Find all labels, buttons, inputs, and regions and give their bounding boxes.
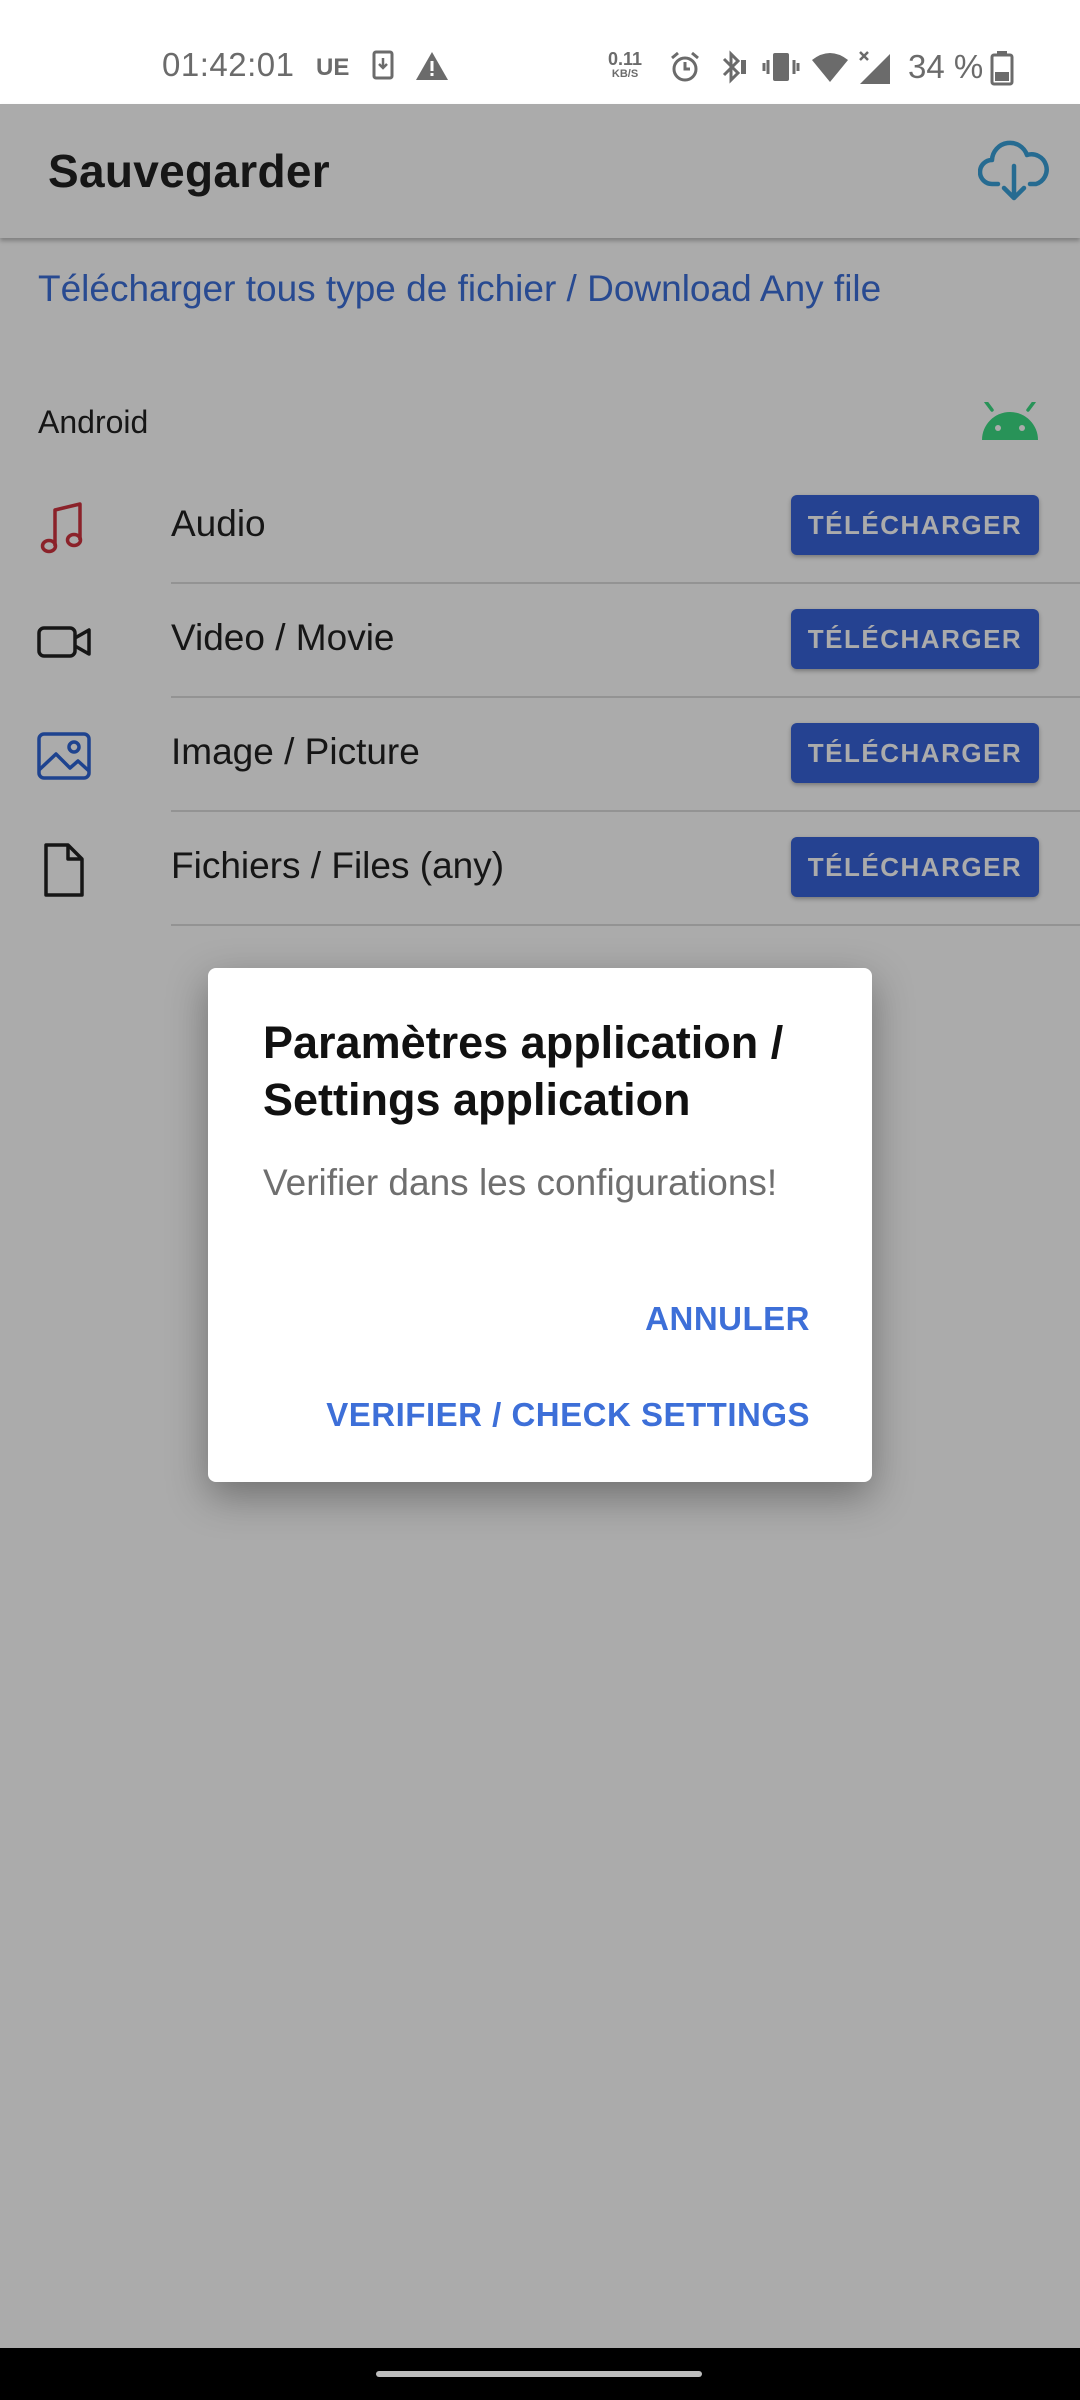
check-settings-button[interactable]: VERIFIER / CHECK SETTINGS xyxy=(326,1396,810,1434)
signal-icon xyxy=(856,50,894,91)
download-notification-icon xyxy=(372,50,394,85)
dialog-title: Paramètres application / Settings applic… xyxy=(263,1017,784,1125)
network-speed: 0.11 KB/S xyxy=(608,49,643,80)
vibrate-icon xyxy=(762,50,800,89)
cancel-button[interactable]: ANNULER xyxy=(645,1300,810,1338)
home-gesture-handle[interactable] xyxy=(376,2371,702,2377)
alarm-icon xyxy=(668,50,702,89)
settings-dialog: Paramètres application / Settings applic… xyxy=(208,968,872,1482)
battery-percent: 34 % xyxy=(908,48,984,85)
status-bar: 01:42:01 UE 0.11 KB/S 34 % xyxy=(0,0,1080,104)
navigation-bar xyxy=(0,2348,1080,2400)
warning-icon xyxy=(414,50,450,87)
wifi-icon xyxy=(810,50,850,89)
battery-icon xyxy=(990,50,1014,91)
status-time: 01:42:01 xyxy=(162,46,295,83)
bluetooth-icon xyxy=(716,50,748,89)
status-carrier: UE xyxy=(316,54,350,81)
dialog-message: Verifier dans les configurations! xyxy=(263,1162,778,1203)
